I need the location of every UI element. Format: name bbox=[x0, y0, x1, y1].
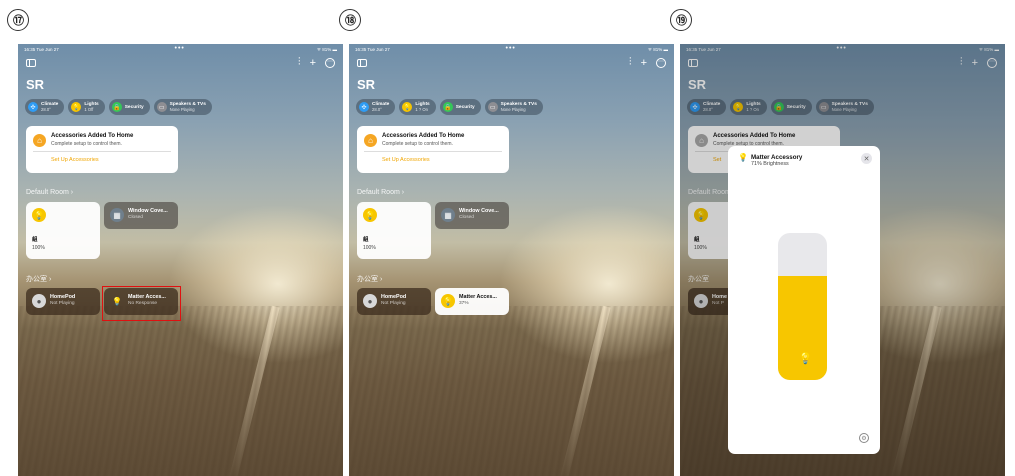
brightness-label: 71% Brightness bbox=[751, 161, 789, 167]
status-bar: 16:35 Tue Jun 27 ••• ᯤ 81% ▬ bbox=[355, 45, 668, 52]
home-title: SR bbox=[26, 77, 45, 92]
step-number-19: ⑲ bbox=[670, 9, 692, 31]
lightbulb-icon: 💡 bbox=[402, 102, 413, 112]
light-tile[interactable]: 💡 組 100% bbox=[26, 202, 100, 259]
homepod-tile[interactable]: ● HomePod Not Playing bbox=[357, 288, 431, 315]
home-icon: ⌂ bbox=[33, 134, 46, 147]
accessories-added-card[interactable]: ⌂ Accessories Added To Home Complete set… bbox=[26, 126, 178, 173]
sheet-title: Matter Accessory bbox=[751, 154, 803, 161]
notification-title: Accessories Added To Home bbox=[51, 133, 134, 139]
matter-accessory-tile-on[interactable]: 💡 Matter Acces... 37% bbox=[435, 288, 509, 315]
sidebar-icon[interactable] bbox=[357, 59, 367, 67]
lights-chip[interactable]: 💡 Lights 1 Off bbox=[68, 99, 105, 115]
screenshot-panel-1: 16:35 Tue Jun 27 ••• ᯤ 81% ▬ ⫶ + ⋯ SR ✣ … bbox=[18, 44, 343, 476]
fan-icon: ✣ bbox=[359, 102, 369, 112]
highlight-box bbox=[102, 286, 181, 321]
room-header-office[interactable]: 办公室 › bbox=[357, 274, 382, 284]
lightbulb-icon: 💡 bbox=[363, 208, 377, 222]
screenshot-panel-2: 16:35 Tue Jun 27 ••• ᯤ 81% ▬ ⫶ + ⋯ SR ✣ … bbox=[349, 44, 674, 476]
lock-icon: 🔒 bbox=[111, 102, 122, 112]
homepod-icon: ● bbox=[32, 294, 46, 308]
speakers-tvs-chip[interactable]: ▭ Speakers & TVs None Playing bbox=[484, 99, 543, 115]
brightness-slider[interactable]: 💡 bbox=[778, 233, 827, 380]
light-tile[interactable]: 💡 組 100% bbox=[357, 202, 431, 259]
battery-status: ᯤ 81% ▬ bbox=[316, 47, 337, 52]
climate-chip[interactable]: ✣ Climate 28.0° bbox=[25, 99, 65, 115]
homepod-tile[interactable]: ● HomePod Not Playing bbox=[26, 288, 100, 315]
security-chip[interactable]: 🔒 Security bbox=[108, 99, 150, 115]
homepod-icon: ● bbox=[363, 294, 377, 308]
plus-icon[interactable]: + bbox=[641, 57, 647, 69]
window-covering-tile[interactable]: ▦ Window Cove... Closed bbox=[104, 202, 178, 229]
status-time: 16:35 Tue Jun 27 bbox=[24, 47, 59, 52]
notification-subtitle: Complete setup to control them. bbox=[51, 140, 122, 147]
blinds-icon: ▦ bbox=[110, 208, 124, 222]
set-up-accessories-link[interactable]: Set Up Accessories bbox=[382, 157, 430, 163]
home-title: SR bbox=[357, 77, 376, 92]
accessories-added-card[interactable]: ⌂ Accessories Added To Home Complete set… bbox=[357, 126, 509, 173]
window-covering-tile[interactable]: ▦ Window Cove... Closed bbox=[435, 202, 509, 229]
gear-icon[interactable]: ⚙ bbox=[859, 433, 869, 443]
fan-icon: ✣ bbox=[28, 102, 38, 112]
accessory-control-sheet: 💡 Matter Accessory 71% Brightness ✕ 💡 ⚙ bbox=[728, 146, 880, 454]
tv-icon: ▭ bbox=[156, 102, 167, 112]
screenshot-panel-3: 16:35 Tue Jun 27 ••• ᯤ 81% ▬ ⫶ + ⋯ SR ✣ … bbox=[680, 44, 1005, 476]
ellipsis-icon[interactable]: ⋯ bbox=[325, 57, 335, 68]
lightbulb-icon: 💡 bbox=[441, 294, 455, 308]
step-number-17: ⑰ bbox=[7, 9, 29, 31]
waveform-icon[interactable]: ⫶ bbox=[629, 56, 632, 69]
tile-name: 組 bbox=[32, 237, 38, 243]
lightbulb-icon: 💡 bbox=[798, 353, 813, 365]
status-bar: 16:35 Tue Jun 27 ••• ᯤ 81% ▬ bbox=[24, 45, 337, 55]
lightbulb-icon: 💡 bbox=[738, 153, 748, 162]
lights-chip[interactable]: 💡 Lights 1 ? On bbox=[399, 99, 436, 115]
lightbulb-icon: 💡 bbox=[71, 102, 82, 112]
security-chip[interactable]: 🔒 Security bbox=[439, 99, 481, 115]
lock-icon: 🔒 bbox=[442, 102, 453, 112]
room-header-default[interactable]: Default Room › bbox=[357, 189, 404, 196]
home-icon: ⌂ bbox=[364, 134, 377, 147]
speakers-tvs-chip[interactable]: ▭ Speakers & TVs None Playing bbox=[153, 99, 212, 115]
waveform-icon[interactable]: ⫶ bbox=[298, 56, 301, 69]
tile-status: 100% bbox=[32, 245, 45, 251]
plus-icon[interactable]: + bbox=[310, 57, 316, 69]
multitask-dots[interactable]: ••• bbox=[175, 45, 185, 52]
close-icon[interactable]: ✕ bbox=[861, 153, 872, 164]
ellipsis-icon[interactable]: ⋯ bbox=[656, 57, 666, 68]
blinds-icon: ▦ bbox=[441, 208, 455, 222]
tv-icon: ▭ bbox=[487, 102, 498, 112]
lightbulb-icon: 💡 bbox=[32, 208, 46, 222]
room-header-default[interactable]: Default Room › bbox=[26, 189, 73, 196]
room-header-office[interactable]: 办公室 › bbox=[26, 274, 51, 284]
set-up-accessories-link[interactable]: Set Up Accessories bbox=[51, 157, 99, 163]
sidebar-icon[interactable] bbox=[26, 59, 36, 67]
step-number-18: ⑱ bbox=[339, 9, 361, 31]
climate-chip[interactable]: ✣ Climate 28.0° bbox=[356, 99, 396, 115]
